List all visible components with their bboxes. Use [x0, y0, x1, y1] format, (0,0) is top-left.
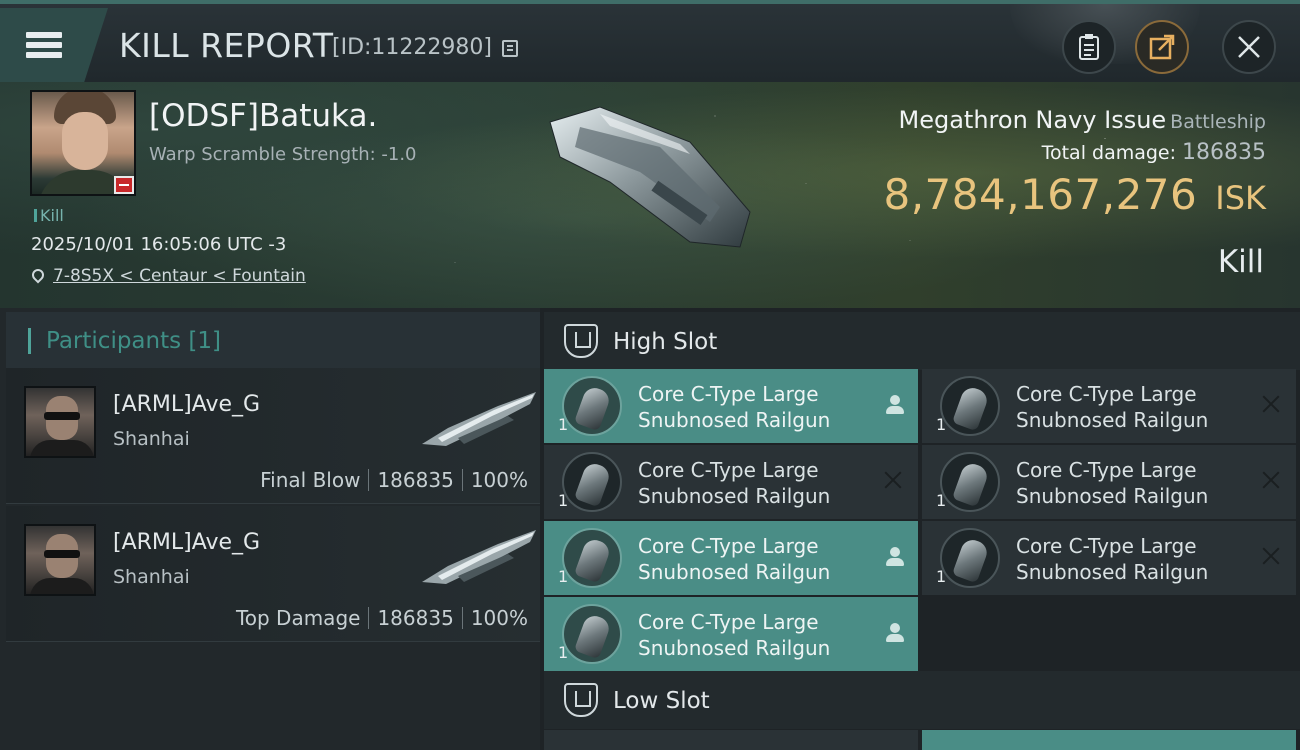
slot-icon [564, 683, 598, 717]
participant-row[interactable]: [ARML]Ave_G Shanhai Top Damage 186835 100% [6, 506, 540, 642]
participant-percent: 100% [470, 606, 528, 630]
module-name: Core C-Type Large Snubnosed Railgun [638, 382, 831, 432]
total-damage-label: Total damage: [1041, 142, 1177, 164]
module-name: Core C-Type Large Snubnosed Railgun [638, 534, 831, 584]
isk-amount: 8,784,167,276 [883, 170, 1198, 219]
destroyed-x-icon [1260, 469, 1282, 491]
location-link[interactable]: 7-8S5X < Centaur < Fountain [53, 266, 306, 286]
victim-summary: [ODSF]Batuka. Warp Scramble Strength: -1… [0, 82, 1300, 308]
menu-button[interactable] [0, 8, 108, 82]
ship-type[interactable]: Megathron Navy Issue Battleship [899, 106, 1266, 134]
avatar[interactable] [24, 524, 96, 596]
kill-location[interactable]: 7-8S5X < Centaur < Fountain [29, 266, 306, 286]
module-quantity: 1 [558, 567, 569, 586]
pilot-icon [886, 395, 904, 415]
railgun-icon [940, 452, 1000, 512]
participants-panel: Participants [1] [ARML]Ave_G Shanhai Fin… [0, 308, 540, 750]
participant-name[interactable]: [ARML]Ave_G [113, 392, 260, 417]
participant-name[interactable]: [ARML]Ave_G [113, 530, 260, 555]
participant-damage: 186835 [377, 606, 454, 630]
module-item[interactable]: 1 Core C-Type Large Snubnosed Railgun [544, 521, 918, 595]
module-quantity: 1 [558, 491, 569, 510]
kill-tag: Kill [34, 206, 64, 225]
kill-id: [ID:11222980] [332, 35, 492, 60]
total-damage: Total damage: 186835 [1042, 140, 1266, 165]
module-quantity: 1 [558, 643, 569, 662]
kill-result: Kill [1217, 244, 1264, 280]
pilot-icon [886, 547, 904, 567]
total-damage-value: 186835 [1182, 140, 1266, 165]
destroyed-x-icon [1260, 393, 1282, 415]
copy-icon[interactable] [502, 40, 518, 57]
participant-row[interactable]: [ARML]Ave_G Shanhai Final Blow 186835 100% [6, 368, 540, 504]
destroyed-x-icon [882, 469, 904, 491]
module-item[interactable] [922, 730, 1296, 750]
warp-scramble-strength: Warp Scramble Strength: -1.0 [149, 144, 417, 165]
pin-icon [29, 266, 47, 284]
kill-timestamp: 2025/10/01 16:05:06 UTC -3 [31, 234, 287, 255]
participant-stats: Top Damage 186835 100% [236, 606, 528, 630]
module-name: Core C-Type Large Snubnosed Railgun [1016, 534, 1209, 584]
participant-label: Final Blow [260, 468, 361, 492]
avatar[interactable] [24, 386, 96, 458]
participant-percent: 100% [470, 468, 528, 492]
destroyed-x-icon [1260, 545, 1282, 567]
module-name: Core C-Type Large Snubnosed Railgun [1016, 458, 1209, 508]
participant-ship-icon [422, 392, 536, 446]
participant-damage: 186835 [377, 468, 454, 492]
participants-header: Participants [1] [6, 312, 540, 370]
close-icon [1238, 36, 1260, 58]
participant-corp: Shanhai [113, 428, 190, 450]
low-slot-title: Low Slot [613, 688, 710, 714]
page-title: KILL REPORT [119, 26, 334, 65]
menu-icon [26, 28, 62, 62]
participant-corp: Shanhai [113, 566, 190, 588]
module-name: Core C-Type Large Snubnosed Railgun [638, 458, 831, 508]
ship-name: Megathron Navy Issue [898, 106, 1167, 134]
participant-stats: Final Blow 186835 100% [260, 468, 528, 492]
module-item[interactable]: 1 Core C-Type Large Snubnosed Railgun [922, 445, 1296, 519]
fitting-panel: High Slot 1 Core C-Type Large Snubnosed R… [540, 308, 1300, 750]
module-quantity: 1 [558, 415, 569, 434]
slot-icon [564, 324, 598, 358]
low-slot-header: Low Slot [544, 671, 1300, 729]
module-name: Core C-Type Large Snubnosed Railgun [1016, 382, 1209, 432]
participants-title: Participants [1] [46, 328, 221, 354]
module-quantity: 1 [936, 415, 947, 434]
module-item[interactable] [544, 730, 918, 750]
module-name: Core C-Type Large Snubnosed Railgun [638, 610, 831, 660]
clipboard-button[interactable] [1062, 20, 1116, 74]
high-slot-title: High Slot [613, 329, 718, 355]
module-quantity: 1 [936, 567, 947, 586]
isk-unit: ISK [1215, 179, 1266, 217]
railgun-icon [562, 452, 622, 512]
module-item[interactable]: 1 Core C-Type Large Snubnosed Railgun [922, 521, 1296, 595]
top-bar: KILL REPORT [ID:11222980] [0, 0, 1300, 82]
module-item[interactable]: 1 Core C-Type Large Snubnosed Railgun [544, 597, 918, 671]
participant-ship-icon [422, 530, 536, 584]
module-item[interactable]: 1 Core C-Type Large Snubnosed Railgun [544, 369, 918, 443]
clipboard-icon [1079, 34, 1099, 60]
isk-value: 8,784,167,276 ISK [883, 170, 1266, 219]
module-item[interactable]: 1 Core C-Type Large Snubnosed Railgun [922, 369, 1296, 443]
railgun-icon [940, 376, 1000, 436]
share-button[interactable] [1135, 20, 1189, 74]
module-quantity: 1 [936, 491, 947, 510]
railgun-icon [940, 528, 1000, 588]
railgun-icon [562, 604, 622, 664]
close-button[interactable] [1222, 20, 1276, 74]
victim-name[interactable]: [ODSF]Batuka. [149, 98, 377, 134]
victim-ship-render [549, 106, 751, 248]
pilot-icon [886, 623, 904, 643]
ship-class: Battleship [1170, 111, 1266, 133]
standing-badge [114, 176, 134, 194]
share-icon [1149, 34, 1175, 60]
participant-label: Top Damage [235, 606, 361, 630]
railgun-icon [562, 528, 622, 588]
module-item[interactable]: 1 Core C-Type Large Snubnosed Railgun [544, 445, 918, 519]
railgun-icon [562, 376, 622, 436]
high-slot-header: High Slot [544, 312, 1300, 370]
